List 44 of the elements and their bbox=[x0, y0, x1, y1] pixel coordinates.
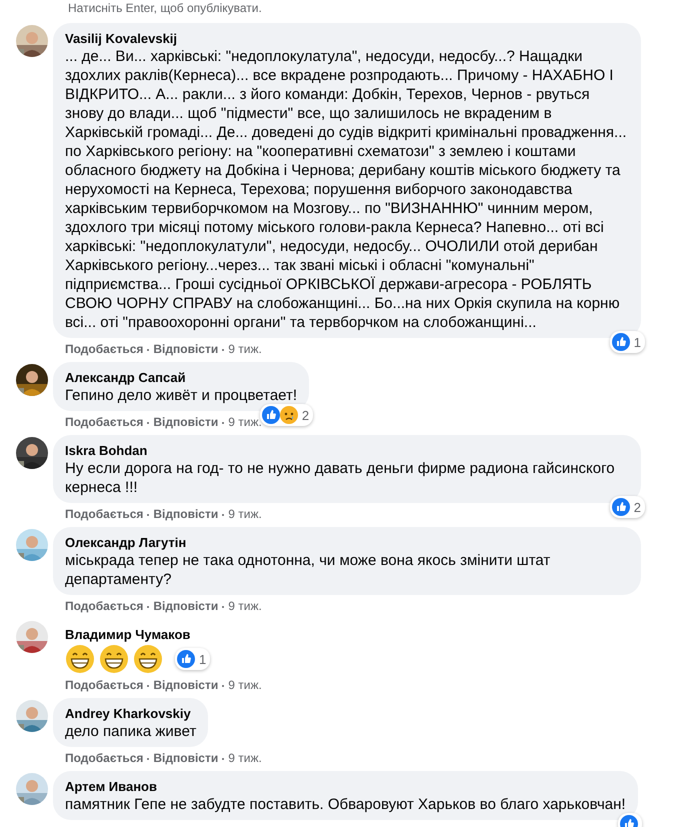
like-link[interactable]: Подобається bbox=[65, 414, 144, 430]
reply-link[interactable]: Відповісти bbox=[153, 598, 218, 614]
reaction-count[interactable]: 2 bbox=[260, 404, 314, 426]
comment-time[interactable]: 9 тиж. bbox=[228, 414, 262, 430]
comment-time[interactable]: 9 тиж. bbox=[228, 341, 262, 357]
comment-author[interactable]: Andrey Kharkovskiy bbox=[65, 705, 196, 722]
like-link[interactable]: Подобається bbox=[65, 677, 144, 693]
reply-link[interactable]: Відповісти bbox=[153, 750, 218, 766]
reaction-count[interactable]: 2 bbox=[610, 496, 645, 518]
like-link[interactable]: Подобається bbox=[65, 750, 144, 766]
grinning-face-icon bbox=[133, 644, 163, 674]
comment-author[interactable]: Iskra Bohdan bbox=[65, 442, 629, 459]
comment-time[interactable]: 9 тиж. bbox=[228, 750, 262, 766]
reply-link[interactable]: Відповісти bbox=[153, 677, 218, 693]
comment-text: дело папика живет bbox=[65, 722, 196, 741]
reply-link[interactable]: Відповісти bbox=[153, 341, 218, 357]
like-icon bbox=[612, 498, 630, 516]
reply-link[interactable]: Відповісти bbox=[153, 414, 218, 430]
comment-author[interactable]: Олександр Лагутін bbox=[65, 534, 629, 551]
like-icon bbox=[177, 650, 195, 668]
like-icon bbox=[262, 406, 280, 424]
grinning-face-icon bbox=[65, 644, 95, 674]
grinning-face-icon bbox=[99, 644, 129, 674]
comment-author[interactable]: Артем Иванов bbox=[65, 778, 626, 795]
reply-link[interactable]: Відповісти bbox=[153, 506, 218, 522]
like-icon bbox=[612, 333, 630, 351]
like-link[interactable]: Подобається bbox=[65, 506, 144, 522]
post-hint: Натисніть Enter, щоб опублікувати. bbox=[67, 0, 263, 17]
comment-text: Гепино дело живёт и процветает! bbox=[65, 386, 298, 405]
reaction-count[interactable]: 1 bbox=[175, 648, 210, 670]
comment-author[interactable]: Vasilij Kovalevskij bbox=[65, 30, 629, 47]
comment-author[interactable]: Владимир Чумаков bbox=[53, 619, 210, 643]
comment-text: ... де... Ви... харківські: "недоплокулатула", недосуди, недосбу...? Нащадки здохлих раклів(Кернеса)... все вкрадене розпродають... Причому - НАХАБНО І ВІДКРИТО... А... ракли... з його команди: Добкін, Терехов, Чернов - рвуться знову до влади... щоб "підмести" все, що залишилось не вкраденим в Харківській громаді... Де... доведені до судів відкриті кримінальні провадження... по Харківського регіону: на "кооперативні схематози" з землею і коштами обласного бюджету на Добкіна і Чернова; дерибану коштів міського бюджету та нерухомості на Кернеса, Терехова; порушення виборчого законодавства харківським тервиборчкомом на Мозгову... по "ВИЗНАННЮ" чинним мером, здохлого три місяці потому міського голови-ракла Кернеса? Напевно... оті всі харківські: "недоплокулатули", недосуди, недосбу... ОЧОЛИЛИ отой дерибан Харківського регіону...через... так звані міські і обласні "комунальні" підприємства... Гроші сусідньої ОРКІВСЬКОЇ держави-агресора - РОБЛЯТЬ СВОЮ ЧОРНУ СПРАВУ на слобожанщині... Бо...на них Оркія скупила на корню всі... оті "правоохоронні органи" та тервборчком на слобожанщині... bbox=[65, 47, 628, 332]
comment-text: Ну если дорога на год- то не нужно давать деньги фирме радиона гайсинского кернеса !!! bbox=[65, 459, 616, 497]
sad-face-icon bbox=[280, 406, 298, 424]
comment-time[interactable]: 9 тиж. bbox=[228, 506, 262, 522]
comment-text: міськрада тепер не така однотонна, чи може вона якось змінити штат департаменту? bbox=[65, 551, 552, 589]
comment-text: памятник Гепе не забудте поставить. Обваровуют Харьков во благо харьковчан! bbox=[65, 795, 626, 814]
reaction-count[interactable]: 1 bbox=[610, 331, 645, 353]
comment-time[interactable]: 9 тиж. bbox=[228, 677, 262, 693]
like-link[interactable]: Подобається bbox=[65, 341, 144, 357]
like-link[interactable]: Подобається bbox=[65, 598, 144, 614]
comment-author[interactable]: Александр Сапсай bbox=[65, 369, 298, 386]
comment-time[interactable]: 9 тиж. bbox=[228, 598, 262, 614]
